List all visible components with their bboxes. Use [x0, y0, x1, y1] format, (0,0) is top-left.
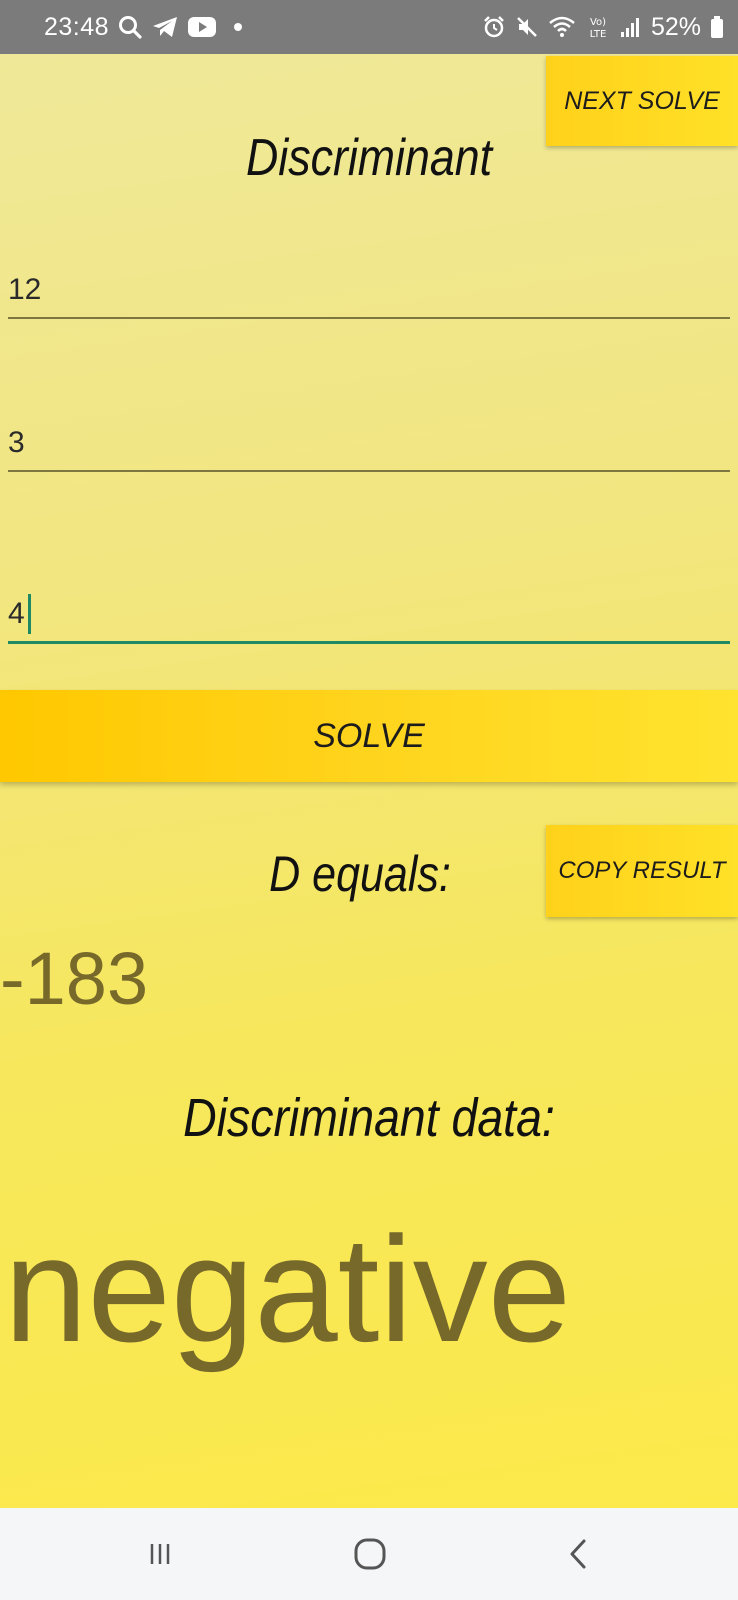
copy-result-button[interactable]: COPY RESULT: [546, 825, 738, 917]
back-button[interactable]: [548, 1530, 608, 1582]
status-left-group: 23:48: [44, 0, 243, 54]
back-icon: [563, 1537, 593, 1576]
discriminant-data-label: Discriminant data:: [183, 1088, 555, 1148]
coefficient-a-input[interactable]: [8, 263, 730, 319]
status-time: 23:48: [44, 12, 110, 41]
telegram-icon: [151, 15, 179, 39]
status-bar: 23:48 Vo) LTE 52%: [0, 0, 738, 54]
wifi-icon: [548, 15, 576, 39]
battery-icon: [710, 15, 724, 39]
alarm-icon: [482, 15, 506, 39]
battery-percent: 52%: [650, 12, 701, 41]
recents-button[interactable]: [130, 1530, 190, 1582]
signal-icon: [620, 15, 642, 39]
svg-text:LTE: LTE: [590, 29, 607, 40]
result-value: -183: [0, 937, 149, 1020]
svg-text:Vo): Vo): [590, 17, 606, 28]
text-cursor: [28, 594, 31, 634]
status-right-group: Vo) LTE 52%: [482, 0, 724, 54]
home-button[interactable]: [340, 1530, 400, 1582]
coefficient-b-input[interactable]: [8, 416, 730, 472]
youtube-icon: [187, 16, 217, 38]
search-icon: [117, 14, 143, 40]
dot-icon: [233, 22, 243, 32]
navigation-bar: [0, 1508, 738, 1600]
recents-icon: [145, 1539, 175, 1574]
coefficient-c-input[interactable]: [8, 587, 730, 644]
home-icon: [353, 1537, 387, 1576]
page-title: Discriminant: [245, 129, 493, 187]
discriminant-data-value: negative: [4, 1205, 572, 1373]
solve-button[interactable]: SOLVE: [0, 690, 738, 782]
mute-icon: [515, 15, 539, 39]
app-screen: NEXT SOLVE Discriminant SOLVE D equals: …: [0, 54, 738, 1508]
d-equals-label: D equals:: [269, 846, 451, 902]
volte-icon: Vo) LTE: [585, 14, 611, 40]
